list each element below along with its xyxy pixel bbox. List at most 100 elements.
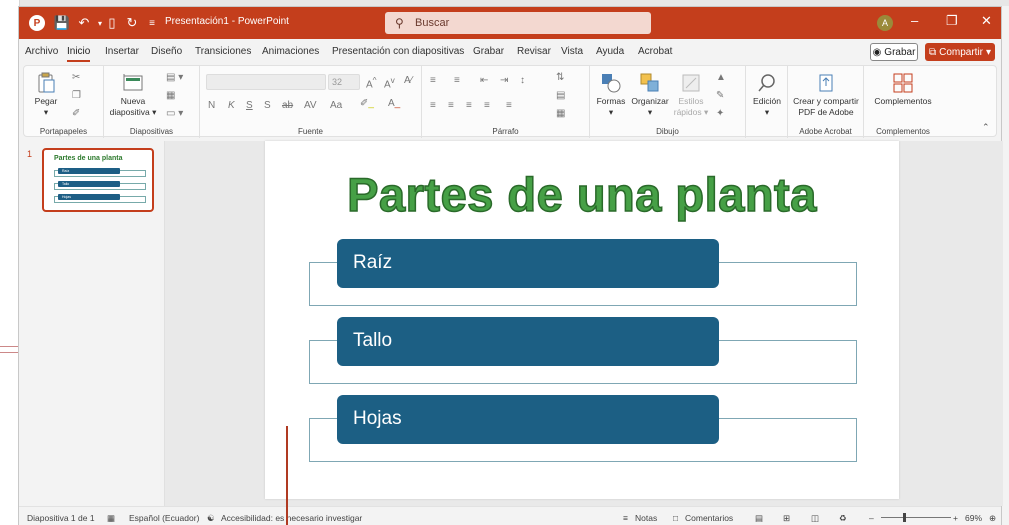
customize-toolbar-icon[interactable]: ≡ <box>143 14 161 32</box>
tab-ayuda[interactable]: Ayuda <box>596 46 624 57</box>
decrease-indent-icon[interactable]: ⇤ <box>480 75 488 86</box>
tab-inicio[interactable]: Inicio <box>67 46 91 62</box>
avatar[interactable]: A <box>877 15 893 31</box>
tab-transiciones[interactable]: Transiciones <box>195 46 251 57</box>
create-pdf-button[interactable]: Crear y compartir PDF de Adobe <box>790 72 862 118</box>
shadow-button[interactable]: S <box>264 100 271 111</box>
present-icon[interactable]: ▯ <box>103 14 121 32</box>
accessibility-status[interactable]: Accesibilidad: es necesario investigar <box>221 513 362 523</box>
search-box[interactable]: ⚲ Buscar <box>385 12 651 34</box>
thumbnail-title: Partes de una planta <box>54 155 123 162</box>
font-name-dropdown[interactable] <box>206 74 326 90</box>
slide-counter[interactable]: Diapositiva 1 de 1 <box>27 513 95 523</box>
tab-animaciones[interactable]: Animaciones <box>262 46 319 57</box>
notes-button[interactable]: Notas <box>635 513 657 523</box>
slide-sorter-icon[interactable]: ⊞ <box>783 513 790 524</box>
reset-icon[interactable]: ▦ <box>166 90 175 101</box>
text-direction-icon[interactable]: ⇅ <box>556 72 564 83</box>
tab-revisar[interactable]: Revisar <box>517 46 551 57</box>
highlight-icon[interactable]: ✐_ <box>360 98 374 109</box>
tab-vista[interactable]: Vista <box>561 46 583 57</box>
minimize-icon[interactable]: – <box>911 13 918 28</box>
shapes-button[interactable]: Formas ▾ <box>594 72 628 118</box>
columns-icon[interactable]: ≡ <box>506 100 512 111</box>
italic-button[interactable]: K <box>228 100 235 111</box>
fit-slide-icon[interactable]: ⊕ <box>989 513 996 524</box>
bullets-icon[interactable]: ≡ <box>430 75 436 86</box>
align-right-icon[interactable]: ≡ <box>466 100 472 111</box>
zoom-level[interactable]: 69% <box>965 513 982 523</box>
editing-label: Edición <box>753 96 781 106</box>
record-icon: ◉ <box>872 46 882 58</box>
comments-button[interactable]: Comentarios <box>685 513 733 523</box>
acrobat-label-2: PDF de Adobe <box>798 107 854 117</box>
redo-icon[interactable]: ↻ <box>123 14 141 32</box>
smartart-icon[interactable]: ▦ <box>556 108 565 119</box>
pdf-share-icon <box>819 74 833 92</box>
zoom-slider[interactable] <box>881 517 951 518</box>
cut-icon[interactable]: ✂ <box>72 72 80 83</box>
share-button[interactable]: ⧉ Compartir ▾ <box>925 43 995 61</box>
slide[interactable]: Partes de una planta Raíz Tallo Hojas <box>265 141 899 499</box>
tab-grabar[interactable]: Grabar <box>473 46 504 57</box>
addins-icon <box>893 73 913 93</box>
spacing-button[interactable]: AV <box>304 100 317 111</box>
shape-effects-icon[interactable]: ✦ <box>716 108 724 119</box>
zoom-in-icon[interactable]: + <box>953 513 958 523</box>
record-button[interactable]: ◉ Grabar <box>870 43 918 61</box>
reading-view-icon[interactable]: ◫ <box>811 513 819 524</box>
item-bar[interactable]: Raíz <box>337 239 719 288</box>
normal-view-icon[interactable]: ▤ <box>755 513 763 524</box>
align-text-icon[interactable]: ▤ <box>556 90 565 101</box>
align-left-icon[interactable]: ≡ <box>430 100 436 111</box>
zoom-out-icon[interactable]: – <box>869 513 874 523</box>
spellcheck-icon[interactable]: ▦ <box>107 513 115 524</box>
shrink-font-icon[interactable]: Av <box>384 75 395 90</box>
grow-font-icon[interactable]: A^ <box>366 75 377 90</box>
slide-thumbnail[interactable]: Partes de una planta Raíz Tallo Hojas <box>42 148 154 212</box>
section-icon[interactable]: ▭ ▾ <box>166 108 183 119</box>
copy-icon[interactable]: ❐ <box>72 90 81 101</box>
font-size-dropdown[interactable]: 32 <box>328 74 360 90</box>
justify-icon[interactable]: ≡ <box>484 100 490 111</box>
item-bar[interactable]: Hojas <box>337 395 719 444</box>
annotation-line <box>286 426 288 525</box>
layout-icon[interactable]: ▤ ▾ <box>166 72 183 83</box>
zoom-slider-thumb[interactable] <box>903 513 906 522</box>
align-center-icon[interactable]: ≡ <box>448 100 454 111</box>
restore-icon[interactable]: ❐ <box>946 13 958 29</box>
underline-button[interactable]: S <box>246 100 253 111</box>
notes-icon: ≡ <box>623 513 628 523</box>
bold-button[interactable]: N <box>208 100 215 111</box>
tab-archivo[interactable]: Archivo <box>25 46 58 57</box>
item-bar[interactable]: Tallo <box>337 317 719 366</box>
addins-button[interactable]: Complementos <box>866 72 940 107</box>
save-icon[interactable]: 💾 <box>53 14 71 32</box>
slideshow-icon[interactable]: ♻ <box>839 513 847 524</box>
font-color-icon[interactable]: A_ <box>388 98 400 109</box>
arrange-button[interactable]: Organizar ▾ <box>630 72 670 118</box>
collapse-ribbon-icon[interactable]: ⌃ <box>982 122 990 133</box>
shape-fill-icon[interactable]: ▲ <box>716 72 726 83</box>
clear-format-icon[interactable]: A∕ <box>404 75 412 86</box>
editing-button[interactable]: Edición ▾ <box>748 72 786 118</box>
new-slide-button[interactable]: Nueva diapositiva ▾ <box>108 72 158 118</box>
numbering-icon[interactable]: ≡ <box>454 75 460 86</box>
increase-indent-icon[interactable]: ⇥ <box>500 75 508 86</box>
arrange-label: Organizar <box>631 96 669 106</box>
tab-acrobat[interactable]: Acrobat <box>638 46 672 57</box>
paste-button[interactable]: Pegar ▾ <box>30 72 62 118</box>
strikethrough-button[interactable]: ab <box>282 100 293 111</box>
tab-diseno[interactable]: Diseño <box>151 46 182 57</box>
close-icon[interactable]: ✕ <box>981 13 992 29</box>
shape-outline-icon[interactable]: ✎ <box>716 90 724 101</box>
powerpoint-window: P 💾 ↶ ▾ ▯ ↻ ≡ Presentación1 - PowerPoint… <box>18 6 1003 525</box>
slide-title[interactable]: Partes de una planta <box>265 167 899 222</box>
format-painter-icon[interactable]: ✐ <box>72 108 80 119</box>
quick-styles-button[interactable]: Estilos rápidos ▾ <box>672 72 710 118</box>
line-spacing-icon[interactable]: ↕ <box>520 75 525 86</box>
change-case-button[interactable]: Aa <box>330 100 342 111</box>
tab-presentacion[interactable]: Presentación con diapositivas <box>332 46 464 57</box>
language-status[interactable]: Español (Ecuador) <box>129 513 199 523</box>
tab-insertar[interactable]: Insertar <box>105 46 139 57</box>
